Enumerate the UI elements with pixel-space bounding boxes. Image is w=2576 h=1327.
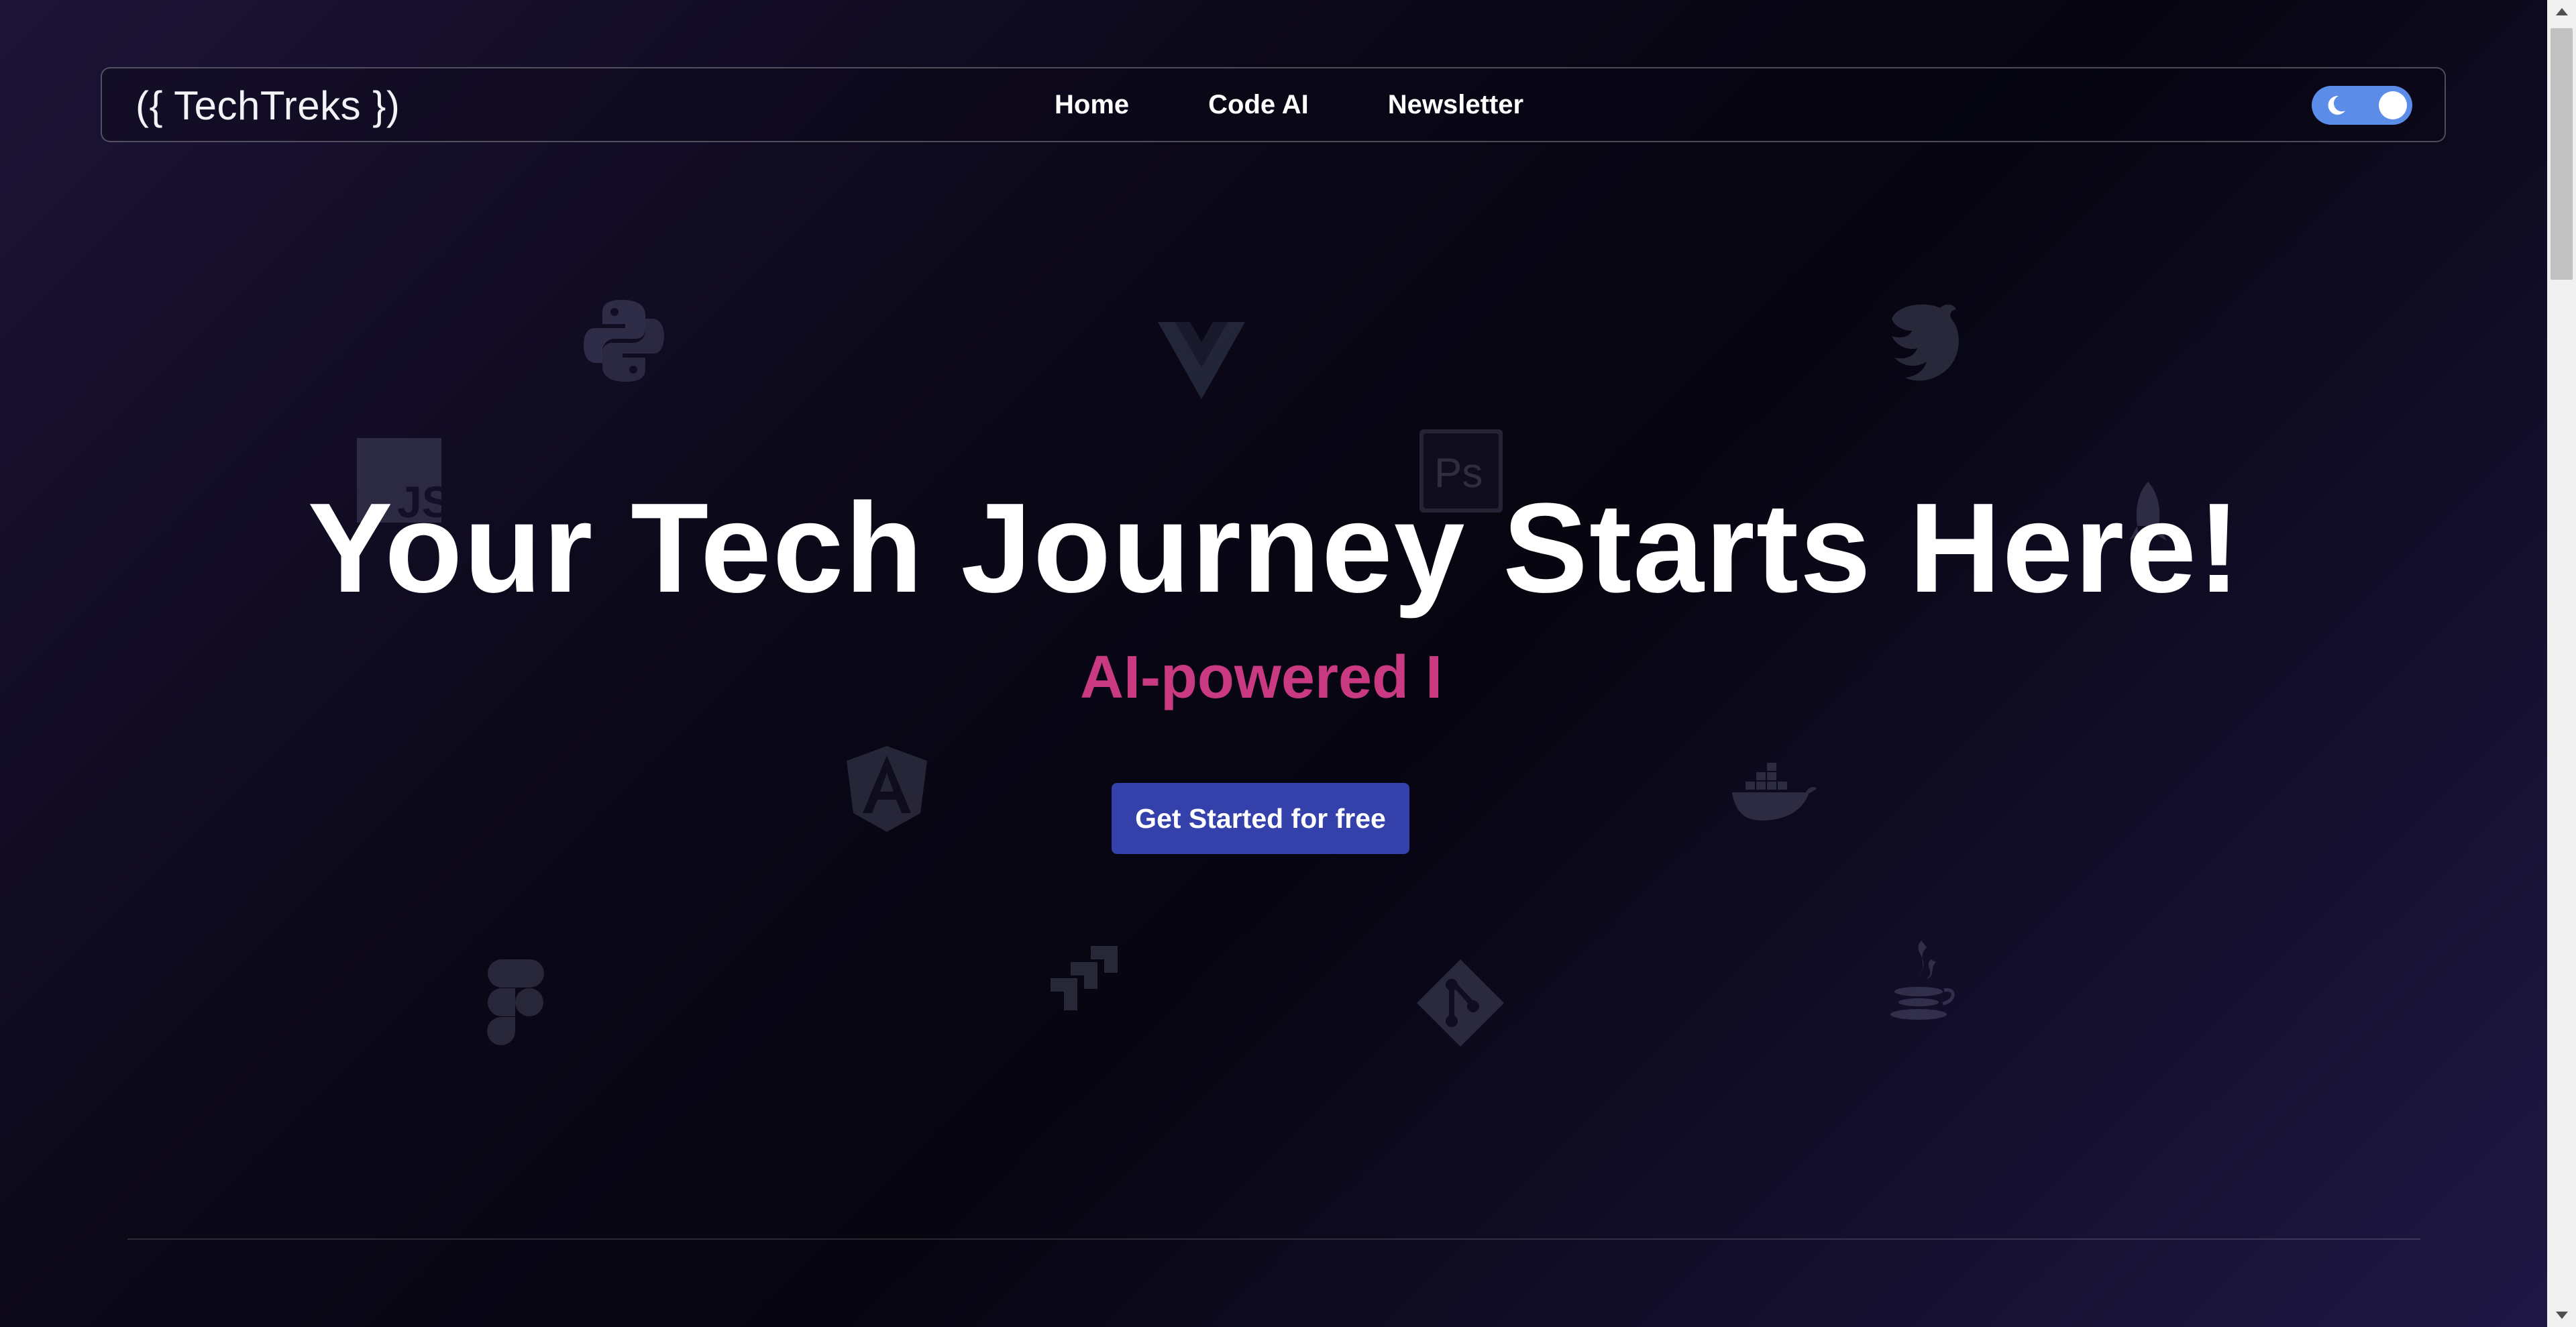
navbar: ({ TechTreks }) Home Code AI Newsletter — [101, 67, 2446, 142]
nestjs-icon — [1878, 299, 1966, 389]
hero-title: Your Tech Journey Starts Here! — [307, 477, 2242, 619]
hero-subtitle: AI-powered I — [1079, 644, 1443, 711]
site-logo[interactable]: ({ TechTreks }) — [136, 68, 400, 144]
jira-icon — [1051, 946, 1124, 1023]
scroll-up-arrow-icon[interactable] — [2556, 8, 2568, 15]
vue-icon — [1158, 322, 1245, 403]
docker-icon — [1731, 761, 1818, 825]
vertical-scrollbar[interactable] — [2547, 0, 2576, 1327]
angular-icon — [847, 746, 927, 835]
scroll-thumb[interactable] — [2551, 28, 2573, 280]
nav-links: Home Code AI Newsletter — [1055, 68, 1523, 141]
section-divider — [127, 1238, 2420, 1240]
theme-toggle[interactable] — [2312, 86, 2412, 125]
java-icon — [1884, 939, 1957, 1030]
moon-icon — [2328, 95, 2345, 115]
git-icon — [1417, 959, 1504, 1050]
scroll-down-arrow-icon[interactable] — [2556, 1312, 2568, 1319]
figma-icon — [487, 959, 545, 1049]
toggle-knob — [2379, 91, 2407, 119]
nav-link-home[interactable]: Home — [1055, 90, 1129, 120]
get-started-button[interactable]: Get Started for free — [1112, 783, 1409, 854]
nav-link-code-ai[interactable]: Code AI — [1208, 90, 1309, 120]
python-icon — [582, 297, 665, 388]
nav-link-newsletter[interactable]: Newsletter — [1388, 90, 1523, 120]
